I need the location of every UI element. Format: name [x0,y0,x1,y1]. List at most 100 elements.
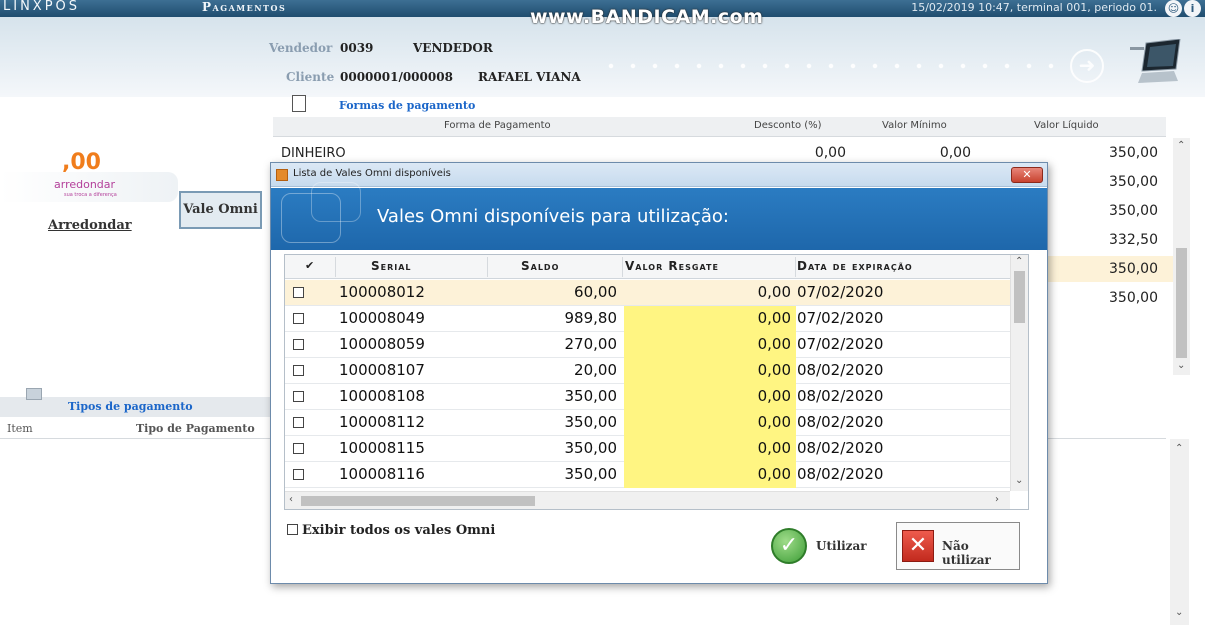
minimo-value: 0,00 [939,145,971,161]
grid-vscroll-thumb[interactable] [1014,271,1025,323]
resgate-cell[interactable]: 0,00 [625,361,791,379]
serial-cell: 100008012 [339,283,425,301]
cancel-x-icon: ✕ [902,530,934,562]
col-data-expiracao[interactable]: Data de expiração [797,259,913,273]
vale-omni-button[interactable]: Vale Omni [179,191,262,229]
resgate-cell[interactable]: 0,00 [625,335,791,353]
row-checkbox[interactable] [293,365,304,376]
scroll-up-arrow-icon[interactable]: ⌃ [1175,443,1183,454]
row-checkbox[interactable] [293,391,304,402]
saldo-cell: 350,00 [564,465,618,483]
data-cell: 08/02/2020 [797,387,884,405]
serial-cell: 100008115 [339,439,425,457]
resgate-cell[interactable]: 0,00 [625,387,791,405]
col-check-icon[interactable]: ✔ [305,259,315,272]
formas-title: Formas de pagamento [339,99,476,112]
col-saldo[interactable]: Saldo [521,259,559,273]
formas-scroll-thumb[interactable] [1176,248,1187,358]
col-separator [795,257,796,277]
dialog-title: Lista de Vales Omni disponíveis [293,168,451,179]
data-cell: 08/02/2020 [797,465,884,483]
table-row[interactable]: 100008049 989,80 0,00 07/02/2020 [285,306,1010,332]
arredondar-tagline: sua troca a diferença [64,192,117,198]
col-minimo: Valor Mínimo [882,120,947,131]
saldo-cell: 989,80 [564,309,618,327]
user-switch-icon[interactable]: ☺ [1165,0,1182,17]
next-arrow-icon[interactable]: ➜ [1070,49,1104,83]
banner-heading: Vales Omni disponíveis para utilização: [377,206,729,227]
table-row[interactable]: 100008115 350,00 0,00 08/02/2020 [285,436,1010,462]
row-checkbox[interactable] [293,417,304,428]
scroll-down-arrow-icon[interactable]: ⌄ [1015,475,1023,486]
checkbox-box[interactable] [287,524,298,535]
scroll-up-arrow-icon[interactable]: ⌃ [1177,140,1185,151]
checkmark-icon: ✓ [771,528,807,564]
table-row[interactable]: 100008012 60,00 0,00 07/02/2020 [285,280,1010,306]
vendedor-code: 0039 [340,41,374,55]
row-checkbox[interactable] [293,443,304,454]
serial-cell: 100008116 [339,465,425,483]
tipos-scrollbar[interactable]: ⌃ ⌄ [1170,439,1189,625]
arredondar-button[interactable]: Arredondar [48,218,132,233]
scroll-down-arrow-icon[interactable]: ⌄ [1175,607,1183,618]
col-forma: Forma de Pagamento [444,120,551,131]
col-serial[interactable]: Serial [371,259,412,273]
resgate-cell[interactable]: 0,00 [625,439,791,457]
data-cell: 08/02/2020 [797,413,884,431]
liquido-value: 350,00 [1109,174,1158,190]
recording-watermark: www.BANDICAM.com [530,6,764,28]
banner-decoration [311,182,361,222]
show-all-checkbox[interactable]: Exibir todos os vales Omni [287,523,495,538]
data-cell: 07/02/2020 [797,309,884,327]
formas-scrollbar[interactable]: ⌃ ⌄ [1173,138,1190,375]
serial-cell: 100008112 [339,413,425,431]
table-row[interactable]: 100008108 350,00 0,00 08/02/2020 [285,384,1010,410]
scroll-right-arrow-icon[interactable]: › [995,494,999,505]
scroll-down-arrow-icon[interactable]: ⌄ [1177,360,1185,371]
forma-dinheiro[interactable]: DINHEIRO [281,146,346,161]
scroll-left-arrow-icon[interactable]: ‹ [289,494,293,505]
dialog-banner: Vales Omni disponíveis para utilização: [271,182,1047,250]
row-checkbox[interactable] [293,313,304,324]
col-item: Item [7,422,33,435]
cliente-label: Cliente [286,70,335,84]
close-icon[interactable]: ✕ [1011,167,1043,183]
saldo-cell: 270,00 [564,335,618,353]
col-tipo: Tipo de Pagamento [136,422,255,435]
app-logo: LINXPOS [3,0,81,14]
data-cell: 07/02/2020 [797,335,884,353]
resgate-cell[interactable]: 0,00 [625,309,791,327]
liquido-value: 350,00 [1109,203,1158,219]
row-checkbox[interactable] [293,339,304,350]
scroll-up-arrow-icon[interactable]: ⌃ [1015,256,1023,267]
table-row[interactable]: 100008116 350,00 0,00 08/02/2020 [285,462,1010,488]
table-row[interactable]: 100008059 270,00 0,00 07/02/2020 [285,332,1010,358]
grid-horizontal-scrollbar[interactable]: ‹ › [285,491,1010,509]
serial-cell: 100008107 [339,361,425,379]
vales-grid: ✔ Serial Saldo Valor Resgate Data de exp… [284,254,1029,510]
dialog-titlebar[interactable]: Lista de Vales Omni disponíveis ✕ [271,163,1047,187]
data-cell: 07/02/2020 [797,283,884,301]
data-cell: 08/02/2020 [797,439,884,457]
col-valor-resgate[interactable]: Valor Resgate [625,259,719,273]
utilizar-button[interactable]: ✓ Utilizar [771,525,867,567]
document-icon [292,95,306,112]
grid-vertical-scrollbar[interactable]: ⌃ ⌄ [1010,255,1028,491]
saldo-cell: 20,00 [574,361,617,379]
grid-header: ✔ Serial Saldo Valor Resgate Data de exp… [285,255,1010,279]
show-all-label: Exibir todos os vales Omni [302,523,496,538]
table-row[interactable]: 100008112 350,00 0,00 08/02/2020 [285,410,1010,436]
utilizar-label: Utilizar [816,539,867,553]
grid-hscroll-thumb[interactable] [301,496,535,506]
table-row[interactable]: 100008107 20,00 0,00 08/02/2020 [285,358,1010,384]
resgate-cell[interactable]: 0,00 [625,465,791,483]
row-checkbox[interactable] [293,287,304,298]
pos-monitor-icon [1130,39,1181,83]
nao-utilizar-button[interactable]: ✕ Não utilizar [896,522,1020,570]
row-checkbox[interactable] [293,469,304,480]
liquido-value: 332,50 [1109,232,1158,248]
resgate-cell[interactable]: 0,00 [625,283,791,301]
resgate-cell[interactable]: 0,00 [625,413,791,431]
info-icon[interactable]: i [1184,0,1201,17]
header-band: Vendedor 0039 VENDEDOR Cliente 0000001/0… [0,17,1205,97]
